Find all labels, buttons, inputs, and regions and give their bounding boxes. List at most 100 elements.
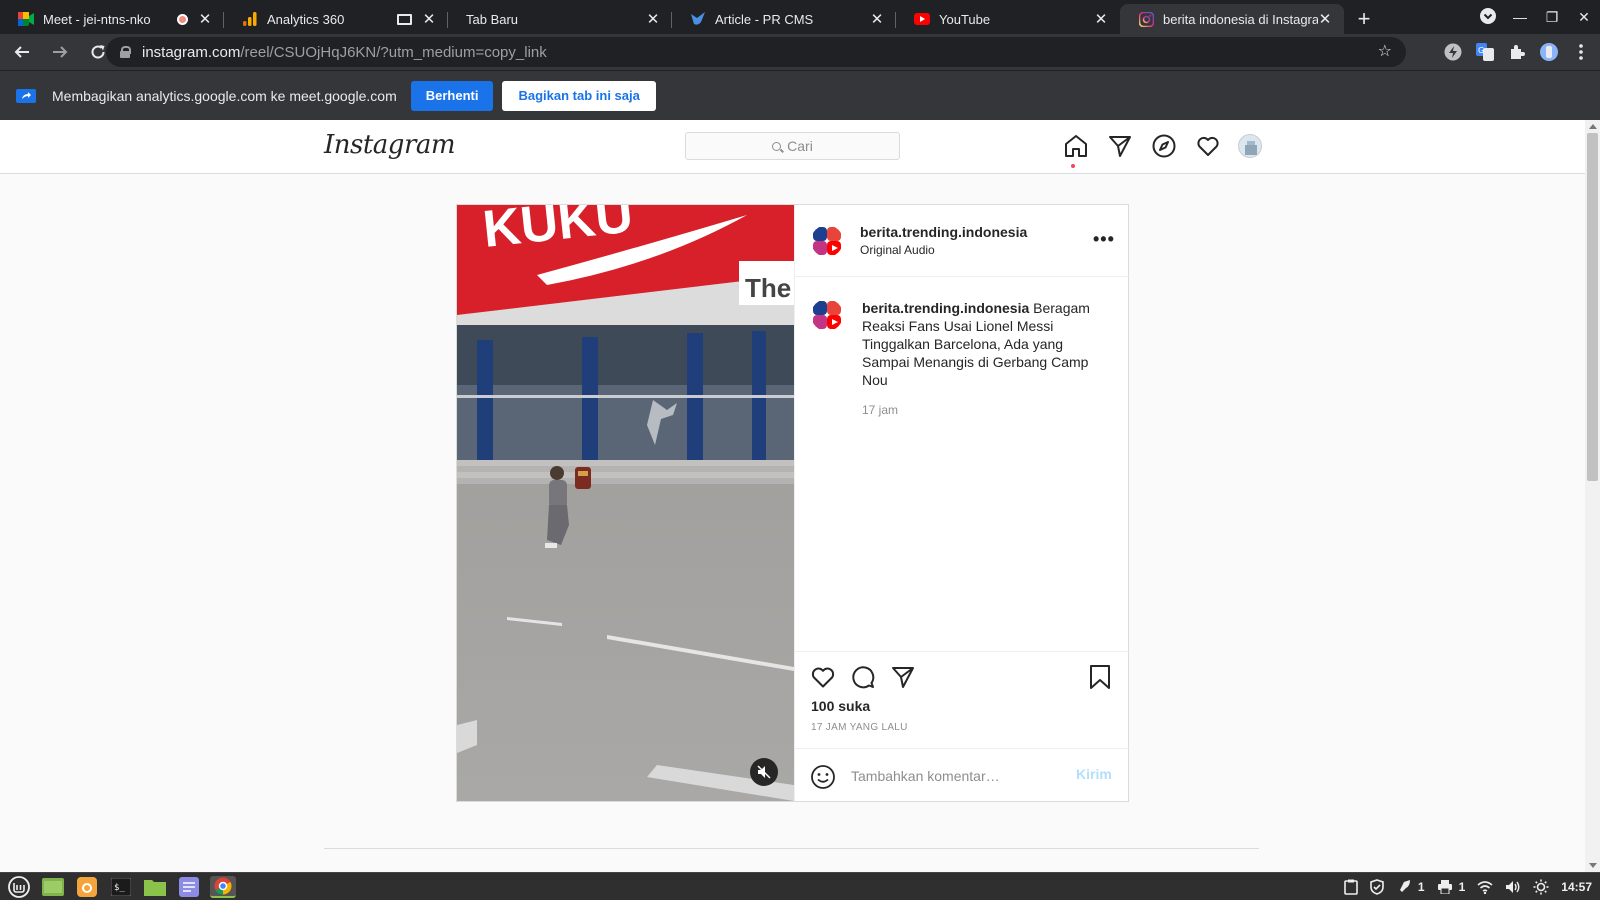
scroll-down-arrow-icon[interactable] bbox=[1589, 863, 1597, 868]
tab-pr-cms[interactable]: Article - PR CMS ✕ bbox=[672, 4, 896, 34]
tab-new[interactable]: Tab Baru ✕ bbox=[448, 4, 672, 34]
chrome-taskbar-icon[interactable] bbox=[210, 875, 236, 898]
profile-avatar[interactable] bbox=[1238, 134, 1262, 158]
mint-menu-icon[interactable] bbox=[6, 875, 32, 898]
post-sidebar: berita.trending.indonesia Original Audio… bbox=[794, 205, 1130, 801]
save-bookmark-icon[interactable] bbox=[1087, 664, 1113, 690]
screen-share-icon bbox=[16, 88, 36, 103]
caption-username[interactable]: berita.trending.indonesia bbox=[862, 300, 1029, 316]
author-username[interactable]: berita.trending.indonesia bbox=[860, 224, 1027, 240]
emoji-icon[interactable] bbox=[810, 764, 836, 790]
address-bar[interactable]: instagram.com /reel/CSUOjHqJ6KN/?utm_med… bbox=[106, 37, 1406, 67]
home-icon[interactable] bbox=[1063, 133, 1089, 159]
screen-share-infobar: Membagikan analytics.google.com ke meet.… bbox=[0, 70, 1600, 120]
clock[interactable]: 14:57 bbox=[1561, 880, 1592, 894]
tab-meet[interactable]: Meet - jei-ntns-nko ✕ bbox=[0, 4, 224, 34]
comment-input[interactable] bbox=[851, 763, 1061, 789]
tab-title: YouTube bbox=[939, 11, 991, 27]
bookmark-star-icon[interactable]: ☆ bbox=[1378, 41, 1392, 61]
share-this-tab-button[interactable]: Bagikan tab ini saja bbox=[502, 80, 656, 111]
tab-analytics[interactable]: Analytics 360 ✕ bbox=[224, 4, 448, 34]
brightness-icon[interactable] bbox=[1533, 879, 1549, 895]
text-editor-icon[interactable] bbox=[176, 876, 202, 898]
close-tab-icon[interactable]: ✕ bbox=[198, 10, 212, 28]
tab-search-icon[interactable] bbox=[1472, 7, 1504, 27]
tray-count: 1 bbox=[1417, 880, 1425, 894]
tab-instagram[interactable]: berita indonesia di Instagram ✕ bbox=[1120, 4, 1344, 34]
post-header: berita.trending.indonesia Original Audio… bbox=[795, 205, 1130, 277]
like-count[interactable]: 100 suka bbox=[811, 698, 870, 714]
extensions-puzzle-icon[interactable] bbox=[1504, 39, 1530, 65]
section-divider bbox=[324, 848, 1259, 849]
close-tab-icon[interactable]: ✕ bbox=[1318, 10, 1332, 28]
close-window-icon[interactable]: ✕ bbox=[1568, 9, 1600, 26]
share-paper-plane-icon[interactable] bbox=[890, 664, 916, 690]
tab-title: Meet - jei-ntns-nko bbox=[43, 11, 151, 27]
stop-sharing-button[interactable]: Berhenti bbox=[410, 80, 494, 111]
audio-label[interactable]: Original Audio bbox=[860, 243, 935, 257]
post-comment-button[interactable]: Kirim bbox=[1076, 766, 1112, 782]
close-tab-icon[interactable]: ✕ bbox=[1094, 10, 1108, 28]
url-host: instagram.com bbox=[142, 43, 241, 61]
browser-menu-icon[interactable] bbox=[1568, 39, 1594, 65]
mute-toggle-button[interactable] bbox=[750, 758, 778, 786]
activity-heart-icon[interactable] bbox=[1195, 133, 1221, 159]
more-options-icon[interactable]: ••• bbox=[1093, 229, 1115, 250]
post-card: KUKU The berita.trending.indonesia Origi… bbox=[456, 204, 1130, 802]
tab-strip: Meet - jei-ntns-nko ✕ Analytics 360 ✕ Ta… bbox=[0, 0, 1600, 34]
scrollbar-thumb[interactable] bbox=[1587, 133, 1598, 481]
forward-button[interactable] bbox=[44, 36, 76, 68]
extension-lightning-icon[interactable] bbox=[1440, 39, 1466, 65]
new-tab-button[interactable]: + bbox=[1344, 4, 1384, 34]
close-tab-icon[interactable]: ✕ bbox=[422, 10, 436, 28]
show-desktop-icon[interactable] bbox=[40, 876, 66, 898]
software-manager-icon[interactable] bbox=[74, 876, 100, 898]
back-button[interactable] bbox=[6, 36, 38, 68]
like-heart-icon[interactable] bbox=[810, 664, 836, 690]
caption-author-avatar[interactable] bbox=[811, 299, 843, 331]
minimize-icon[interactable]: — bbox=[1504, 9, 1536, 25]
tab-title: Article - PR CMS bbox=[715, 11, 814, 27]
comment-icon[interactable] bbox=[850, 664, 876, 690]
caption-timestamp: 17 jam bbox=[862, 403, 899, 417]
scroll-up-arrow-icon[interactable] bbox=[1589, 124, 1597, 129]
profile-avatar-icon[interactable] bbox=[1536, 39, 1562, 65]
pr-cms-bird-icon bbox=[690, 11, 706, 27]
youtube-icon bbox=[914, 11, 930, 27]
page-viewport: Instagram Cari KUKU The berita.trending.… bbox=[0, 120, 1600, 872]
close-tab-icon[interactable]: ✕ bbox=[646, 10, 660, 28]
reel-video[interactable]: KUKU The bbox=[457, 205, 794, 801]
printer-icon bbox=[1437, 880, 1452, 894]
page-scrollbar[interactable] bbox=[1585, 120, 1600, 872]
direct-message-icon[interactable] bbox=[1107, 133, 1133, 159]
notifications-tray[interactable]: 1 bbox=[1396, 880, 1425, 894]
maximize-icon[interactable]: ❐ bbox=[1536, 9, 1568, 26]
post-time-ago: 17 JAM YANG LALU bbox=[811, 722, 908, 733]
google-meet-icon bbox=[18, 11, 34, 27]
tab-youtube[interactable]: YouTube ✕ bbox=[896, 4, 1120, 34]
shield-icon[interactable] bbox=[1370, 879, 1384, 895]
window-controls: — ❐ ✕ bbox=[1472, 0, 1600, 34]
explore-compass-icon[interactable] bbox=[1151, 133, 1177, 159]
svg-text:$_: $_ bbox=[114, 883, 125, 893]
clipboard-icon[interactable] bbox=[1344, 879, 1358, 895]
system-tray: 1 1 14:57 bbox=[1332, 873, 1592, 900]
printer-tray[interactable]: 1 bbox=[1437, 880, 1465, 894]
lock-icon[interactable] bbox=[120, 46, 131, 58]
wifi-icon[interactable] bbox=[1477, 880, 1493, 894]
instagram-icon bbox=[1138, 11, 1154, 27]
rocket-icon bbox=[1397, 880, 1410, 892]
search-placeholder: Cari bbox=[787, 138, 813, 154]
reload-icon bbox=[91, 45, 105, 59]
google-translate-icon[interactable]: G bbox=[1472, 39, 1498, 65]
search-input[interactable]: Cari bbox=[685, 132, 900, 160]
author-avatar[interactable] bbox=[811, 225, 843, 257]
volume-muted-icon bbox=[757, 765, 771, 779]
instagram-logo[interactable]: Instagram bbox=[324, 130, 456, 160]
volume-icon[interactable] bbox=[1505, 880, 1521, 894]
url-path: /reel/CSUOjHqJ6KN/?utm_medium=copy_link bbox=[240, 43, 547, 61]
close-tab-icon[interactable]: ✕ bbox=[870, 10, 884, 28]
file-manager-icon[interactable] bbox=[142, 876, 168, 898]
terminal-icon[interactable]: $_ bbox=[108, 876, 134, 898]
tab-title: berita indonesia di Instagram bbox=[1163, 11, 1318, 27]
